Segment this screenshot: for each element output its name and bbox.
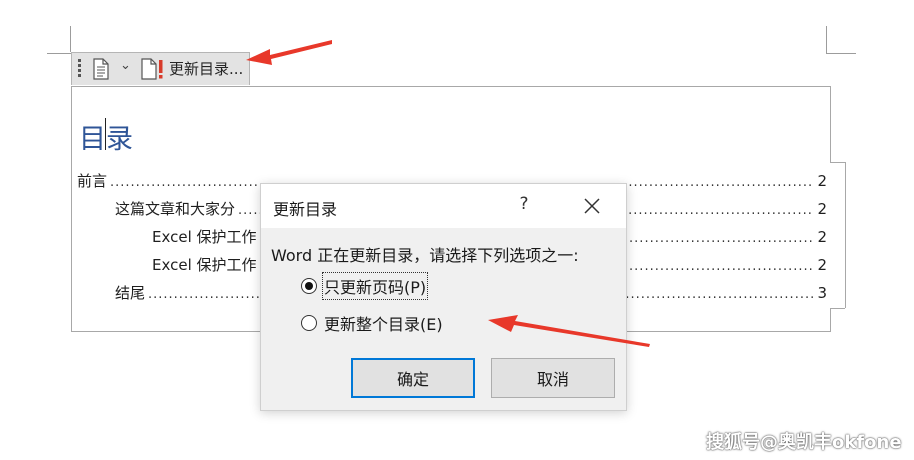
toc-entry-page: 2 (817, 200, 827, 218)
update-toc-dialog: 更新目录 ? Word 正在更新目录，请选择下列选项之一: 只更新页码(P) 更… (260, 183, 627, 411)
close-icon[interactable] (580, 194, 604, 218)
toc-frame-edge (830, 162, 845, 163)
watermark: 搜狐号@奥凯丰okfone (706, 432, 902, 453)
help-button[interactable]: ? (515, 194, 533, 214)
annotation-arrow (246, 40, 332, 65)
radio-button-selected[interactable] (301, 278, 317, 294)
toc-entry-page: 2 (817, 172, 827, 190)
document-icon[interactable] (92, 58, 110, 80)
toc-entry-page: 3 (817, 284, 827, 302)
ok-button[interactable]: 确定 (351, 358, 475, 398)
annotation-arrow (488, 315, 650, 347)
toc-content-control-tab[interactable]: ⌄ 更新目录... (71, 52, 250, 85)
toc-entry-text: 前言 (77, 172, 108, 190)
radio-button[interactable] (301, 315, 317, 331)
toc-entry-text: Excel 保护工作 (152, 256, 257, 274)
update-document-icon[interactable] (140, 57, 166, 81)
toc-entry-text: 结尾 (115, 284, 146, 302)
toc-entry-text: 这篇文章和大家分 (115, 200, 236, 218)
page-corner-mark (826, 53, 856, 54)
page-corner-mark (47, 53, 71, 54)
option-update-page-numbers[interactable]: 只更新页码(P) (301, 272, 429, 300)
page-corner-mark (70, 26, 71, 52)
toc-frame-edge (830, 308, 845, 309)
cancel-button[interactable]: 取消 (491, 358, 615, 398)
toc-heading: 目录 (79, 124, 133, 155)
text-cursor (105, 118, 106, 150)
page-corner-mark (826, 26, 827, 54)
toc-entry-page: 2 (817, 228, 827, 246)
option-label[interactable]: 只更新页码(P) (321, 272, 429, 300)
toc-frame-edge (845, 162, 846, 308)
option-update-entire-table[interactable]: 更新整个目录(E) (301, 311, 443, 335)
dialog-message: Word 正在更新目录，请选择下列选项之一: (271, 246, 579, 265)
dialog-titlebar[interactable]: 更新目录 ? (261, 184, 626, 228)
update-toc-button[interactable]: 更新目录... (169, 58, 243, 79)
chevron-down-icon[interactable]: ⌄ (120, 58, 131, 73)
toc-frame-edge (830, 86, 831, 162)
dialog-title: 更新目录 (273, 200, 338, 219)
toc-entry-text: Excel 保护工作 (152, 228, 257, 246)
option-label[interactable]: 更新整个目录(E) (324, 311, 443, 335)
toc-entry-page: 2 (817, 256, 827, 274)
toc-frame-edge (830, 308, 831, 332)
grip-icon[interactable] (78, 59, 82, 79)
